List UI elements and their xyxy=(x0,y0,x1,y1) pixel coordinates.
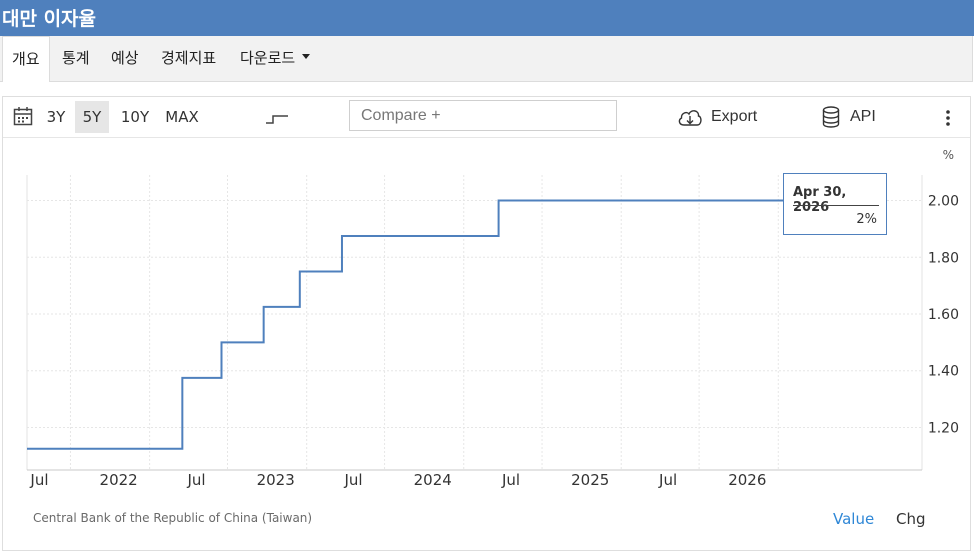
tab-bar: 개요 통계 예상 경제지표 다운로드 xyxy=(0,36,973,82)
tab-download[interactable]: 다운로드 xyxy=(240,36,311,81)
export-label: Export xyxy=(711,108,758,125)
tab-indicators[interactable]: 경제지표 xyxy=(161,36,216,81)
source-label: Central Bank of the Republic of China (T… xyxy=(33,511,313,525)
tab-download-label: 다운로드 xyxy=(240,49,296,67)
tooltip-divider xyxy=(793,205,879,206)
cloud-download-icon xyxy=(678,110,702,126)
chevron-down-icon xyxy=(302,54,311,59)
range-max[interactable]: MAX xyxy=(159,97,205,137)
export-button[interactable]: Export xyxy=(677,97,757,137)
range-10y[interactable]: 10Y xyxy=(115,97,155,137)
range-5y[interactable]: 5Y xyxy=(75,101,109,133)
value-toggle[interactable]: Value xyxy=(833,510,874,528)
tab-statistics[interactable]: 통계 xyxy=(62,36,90,81)
api-button[interactable]: API xyxy=(821,97,876,137)
database-icon xyxy=(822,106,840,128)
chart-toolbar: 3Y 5Y 10Y MAX Compare + Export API xyxy=(3,97,970,138)
tab-forecast[interactable]: 예상 xyxy=(111,36,139,81)
compare-input[interactable]: Compare + xyxy=(349,100,617,131)
tooltip-value: 2% xyxy=(856,212,877,227)
more-options-icon[interactable] xyxy=(944,97,952,137)
chart-panel: 3Y 5Y 10Y MAX Compare + Export API Centr… xyxy=(2,96,971,551)
tooltip-date: Apr 30, 2026 xyxy=(793,185,847,215)
calendar-icon[interactable] xyxy=(13,97,33,137)
range-3y[interactable]: 3Y xyxy=(39,97,73,137)
title-bar: 대만 이자율 xyxy=(0,0,974,36)
hover-tooltip: Apr 30, 2026 2% xyxy=(783,173,887,235)
tab-overview[interactable]: 개요 xyxy=(2,36,50,82)
step-line-icon[interactable] xyxy=(265,97,289,137)
page-title: 대만 이자율 xyxy=(2,8,97,30)
api-label: API xyxy=(850,108,876,125)
chg-toggle[interactable]: Chg xyxy=(896,510,926,528)
